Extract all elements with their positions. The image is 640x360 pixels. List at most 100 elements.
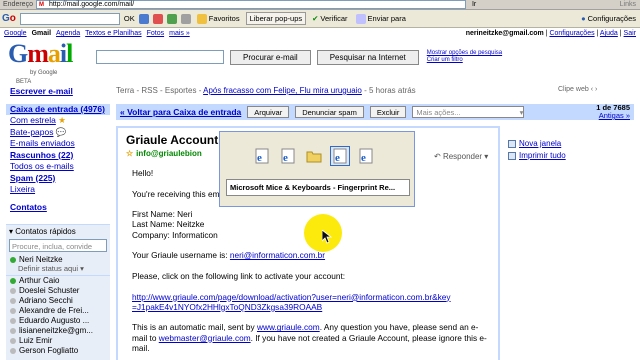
check-icon: ✔ [312,14,319,23]
username-text: Your Griaule username is: [132,250,230,261]
nav-more[interactable]: mais » [169,30,190,37]
cursor-highlight [304,214,342,252]
contact-item[interactable]: Gerson Fogliatto [6,346,110,356]
more-actions-label: Mais ações... [416,107,461,117]
popups-button[interactable]: Liberar pop-ups [245,12,307,25]
links-label[interactable]: Links [620,1,640,8]
google-toolbar: Go OK Favoritos Liberar pop-ups ✔ Verifi… [0,10,640,28]
mouse-pointer-icon [322,230,332,244]
search-web-icon[interactable] [138,13,149,24]
compose-link[interactable]: Escrever e-mail [10,86,110,96]
verify-button[interactable]: ✔ Verificar [310,14,349,23]
contacts-link[interactable]: Contatos [10,202,110,212]
sent-link[interactable]: E-mails enviados [10,138,110,150]
rss-headline-link[interactable]: Após fracasso com Felipe, Flu mira urugu… [203,86,362,95]
send-to-button[interactable]: Enviar para [354,13,408,24]
older-link[interactable]: Antigas » [599,111,630,120]
toolbar-ok-button[interactable]: OK [124,14,135,23]
ie-window-icon[interactable]: e [278,146,298,166]
gmail-logo[interactable]: Gmail by Google BETA [8,39,78,86]
news-icon[interactable] [152,13,163,24]
gmail-wordmark: Gmail [8,39,73,68]
nav-photos[interactable]: Fotos [147,30,165,37]
search-mail-button[interactable]: Procurar e-mail [230,49,311,65]
starred-link[interactable]: Com estrela ★ [10,115,110,127]
search-options-link[interactable]: Mostrar opções de pesquisa [427,50,502,56]
report-spam-button[interactable]: Denunciar spam [295,106,364,118]
nav-agenda[interactable]: Agenda [56,30,80,37]
help-link[interactable]: Ajuda [600,30,618,37]
back-to-inbox-link[interactable]: « Voltar para Caixa de entrada [120,107,241,117]
toolbar-search-input[interactable] [19,12,120,25]
activation-link-part2[interactable]: =J1pakE4v1NYOfx2HHlgxToQND3Zkgsa39ROAAB [132,302,322,312]
search-web-button[interactable]: Pesquisar na Internet [316,49,419,65]
set-status-field[interactable]: Definir status aqui ▾ [6,264,110,276]
chats-link[interactable]: Bate-papos 💬 [10,127,110,139]
contact-list: Arthur Caio Doeslei Schuster Adriano Secch… [6,276,110,356]
quick-contacts-header[interactable]: ▾ Contatos rápidos [6,225,110,238]
address-bar: Endereço M http://mail.google.com/mail/ … [0,0,640,10]
spam-link[interactable]: Spam (225) [10,173,110,185]
options-icon[interactable] [180,13,191,24]
print-all-link[interactable]: Imprimir tudo [508,150,566,162]
mail-search-input[interactable] [96,50,224,64]
settings-button[interactable]: ● Configurações [579,14,640,23]
drafts-link[interactable]: Rascunhos (22) [10,150,110,162]
contact-item[interactable]: Eduardo Augusto ... [6,316,110,326]
sender-email: info@griaulebion [136,149,202,158]
new-window-link[interactable]: Nova janela [508,138,566,150]
switcher-window-title: Microsoft Mice & Keyboards - Fingerprint… [226,179,410,196]
signout-link[interactable]: Sair [624,30,636,37]
beta-label: BETA [16,79,32,85]
archive-button[interactable]: Arquivar [247,106,290,118]
nav-google[interactable]: Google [4,30,27,37]
notice-text-3: mail to [132,332,159,343]
svg-text:e: e [361,152,366,164]
set-status-label: Definir status aqui [18,264,79,273]
presence-icon [10,338,16,344]
favorites-button[interactable]: Favoritos [195,13,242,24]
more-actions-select[interactable]: Mais ações... ▾ [412,106,525,118]
new-window-icon [508,140,516,148]
contact-name: Arthur Caio [19,276,60,285]
create-filter-link[interactable]: Criar um filtro [427,57,463,63]
settings-link[interactable]: Configurações [549,30,594,37]
reply-button[interactable]: ↶ Responder ▾ [434,152,488,161]
activation-link-part1[interactable]: http://www.griaule.com/page/download/act… [132,292,451,302]
contact-item[interactable]: Arthur Caio [6,276,110,286]
google-toolbar-logo[interactable]: Go [2,13,16,24]
web-clip-label[interactable]: Clipe web ‹ › [558,86,597,93]
contact-item[interactable]: Luiz Emir [6,336,110,346]
last-name-line: Last Name: Neitzke [132,219,205,230]
rss-source: Terra - RSS - Esportes - [116,86,204,95]
folder-icon[interactable] [304,146,324,166]
message-side-actions: Nova janela Imprimir tudo [508,138,566,162]
page-icon[interactable] [166,13,177,24]
drafts-label: Rascunhos (22) [10,149,74,160]
star-toggle-icon[interactable]: ☆ [126,149,133,158]
activation-link[interactable]: http://www.griaule.com/page/download/act… [132,292,492,313]
contact-search-input[interactable]: Procure, inclua, convide [9,239,107,252]
contact-item[interactable]: lisianeneitzke@gm... [6,326,110,336]
contact-item[interactable]: Alexandre de Frei... [6,306,110,316]
all-mail-link[interactable]: Todos os e-mails [10,161,110,173]
trash-link[interactable]: Lixeira [10,184,110,196]
ie-window-icon[interactable]: e [356,146,376,166]
send-icon [355,13,366,24]
griaule-site-link[interactable]: www.griaule.com [257,322,320,332]
inbox-link[interactable]: Caixa de entrada (4976) [6,104,110,115]
nav-gmail[interactable]: Gmail [32,30,51,37]
ie-window-icon-selected[interactable]: e [330,146,350,166]
webmaster-email-link[interactable]: webmaster@griaule.com [159,333,251,343]
contact-item[interactable]: Doeslei Schuster [6,286,110,296]
web-clip-text: Clipe web [558,86,589,93]
url-input[interactable]: M http://mail.google.com/mail/ [35,0,466,9]
contact-item[interactable]: Adriano Secchi [6,296,110,306]
nav-docs[interactable]: Textos e Planilhas [85,30,141,37]
go-button[interactable]: Ir [472,1,476,8]
inbox-label: Caixa de entrada (4976) [10,104,105,114]
rss-time: - 5 horas atrás [361,86,416,95]
ie-window-icon[interactable]: e [252,146,272,166]
username-email-link[interactable]: neri@informaticon.com.br [230,250,325,260]
delete-button[interactable]: Excluir [369,106,407,118]
